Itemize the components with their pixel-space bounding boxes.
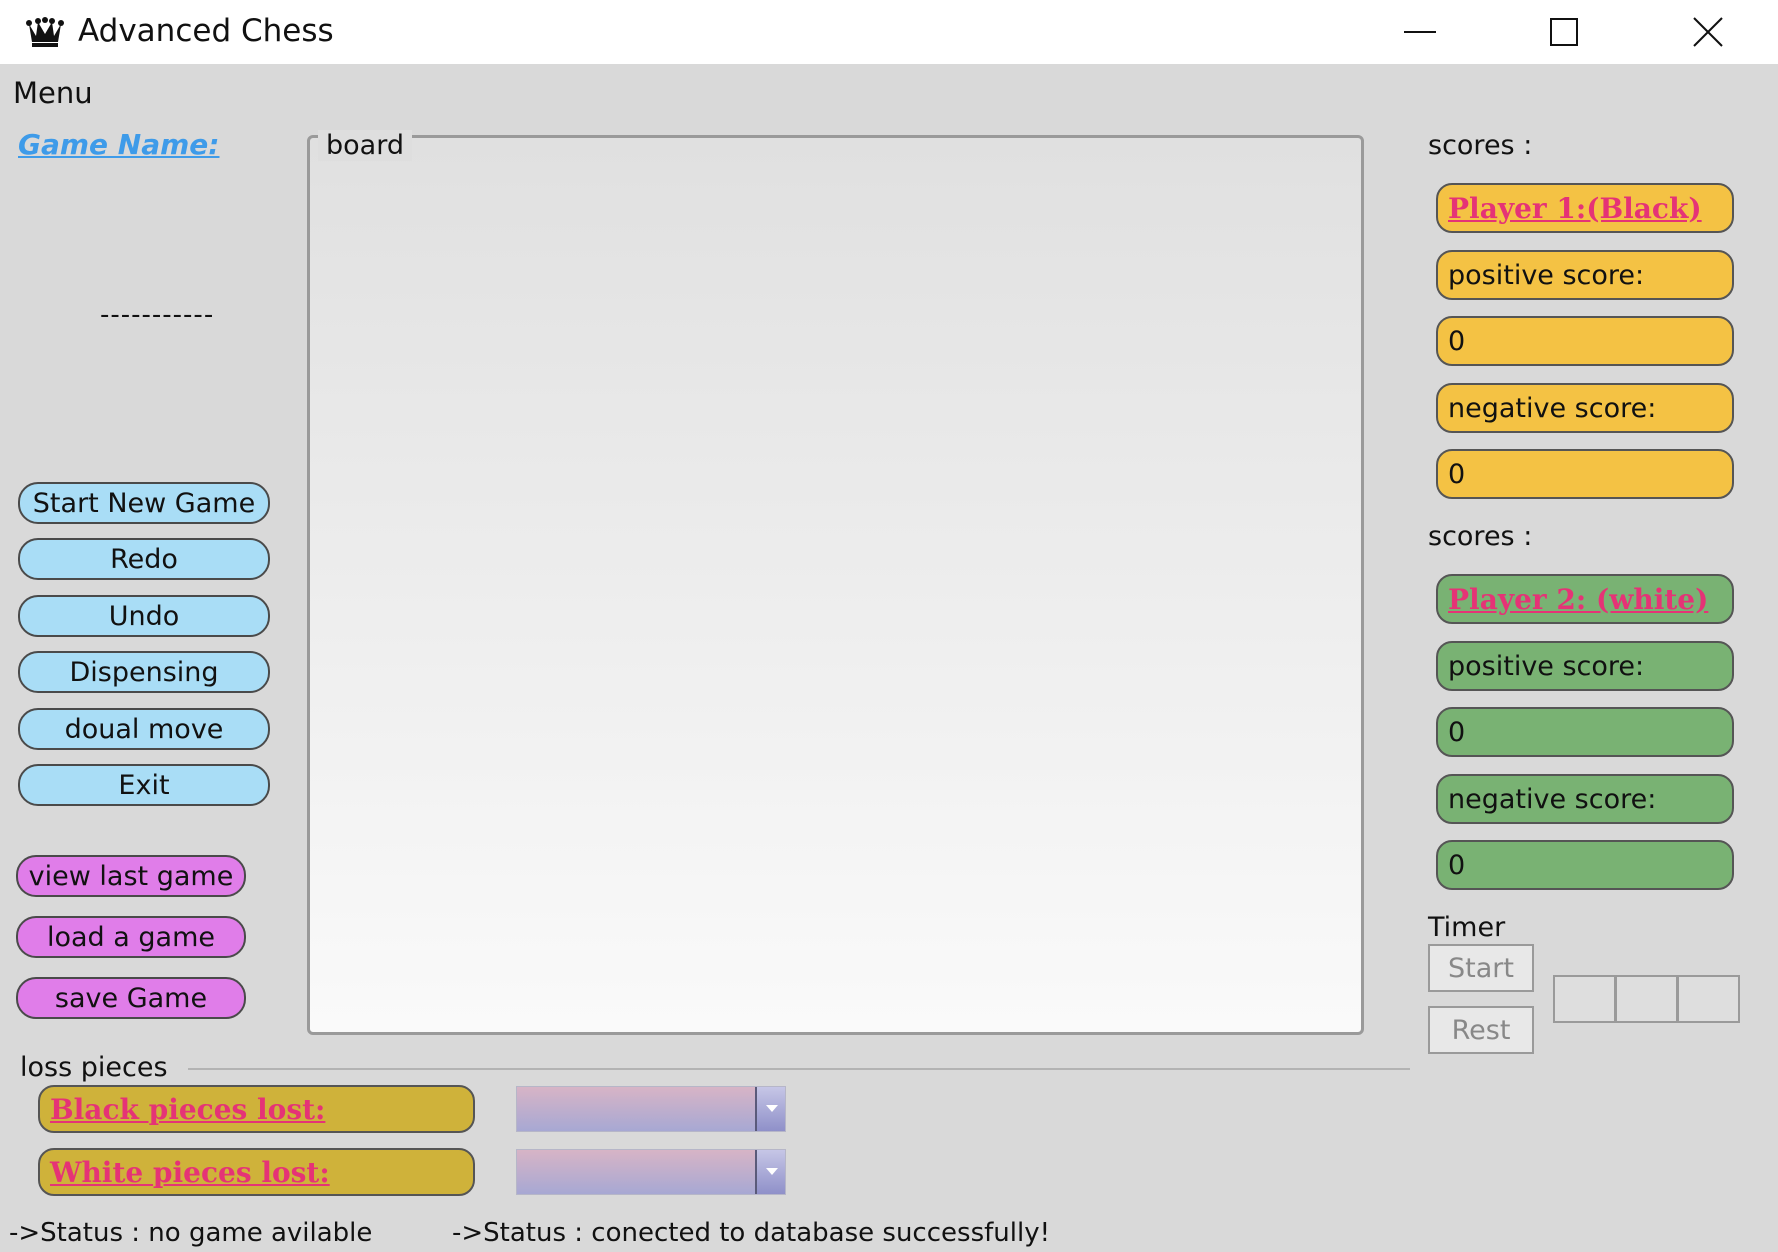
save-game-button[interactable]: save Game <box>16 977 246 1019</box>
player1-negative-label: negative score: <box>1436 383 1734 433</box>
timer-minutes-cell <box>1615 975 1678 1023</box>
maximize-button[interactable] <box>1494 0 1634 64</box>
player2-positive-label: positive score: <box>1436 641 1734 691</box>
black-pieces-lost-label[interactable]: Black pieces lost: <box>38 1085 475 1133</box>
player2-negative-value: 0 <box>1436 840 1734 890</box>
menu-item-menu[interactable]: Menu <box>13 76 93 110</box>
close-icon <box>1693 17 1723 47</box>
close-button[interactable] <box>1638 0 1778 64</box>
maximize-icon <box>1550 18 1578 46</box>
start-new-game-button[interactable]: Start New Game <box>18 482 270 524</box>
player2-name[interactable]: Player 2: (white) <box>1436 574 1734 624</box>
chevron-down-icon[interactable] <box>755 1087 785 1131</box>
game-name-value: ----------- <box>100 300 215 330</box>
load-game-button[interactable]: load a game <box>16 916 246 958</box>
view-last-game-button[interactable]: view last game <box>16 855 246 897</box>
menu-bar <box>0 64 1778 118</box>
white-pieces-lost-dropdown[interactable] <box>516 1149 786 1195</box>
player1-scores-label: scores : <box>1428 130 1533 161</box>
exit-button[interactable]: Exit <box>18 764 270 806</box>
player2-scores-label: scores : <box>1428 521 1533 552</box>
undo-button[interactable]: Undo <box>18 595 270 637</box>
timer-start-button[interactable]: Start <box>1428 944 1534 992</box>
chevron-down-icon[interactable] <box>755 1150 785 1194</box>
timer-label: Timer <box>1428 912 1506 943</box>
player1-positive-label: positive score: <box>1436 250 1734 300</box>
black-pieces-lost-dropdown[interactable] <box>516 1086 786 1132</box>
status-game: ->Status : no game avilable <box>9 1218 373 1248</box>
loss-pieces-divider <box>188 1068 1410 1070</box>
player2-positive-value: 0 <box>1436 707 1734 757</box>
timer-seconds-cell <box>1677 975 1740 1023</box>
loss-pieces-label: loss pieces <box>20 1052 168 1083</box>
window-title: Advanced Chess <box>78 13 334 49</box>
redo-button[interactable]: Redo <box>18 538 270 580</box>
minimize-icon <box>1404 31 1436 33</box>
player1-positive-value: 0 <box>1436 316 1734 366</box>
doual-move-button[interactable]: doual move <box>18 708 270 750</box>
dispensing-button[interactable]: Dispensing <box>18 651 270 693</box>
chess-queen-icon <box>26 16 64 48</box>
player2-negative-label: negative score: <box>1436 774 1734 824</box>
board-panel[interactable] <box>307 135 1364 1035</box>
game-name-label: Game Name: <box>18 128 220 161</box>
timer-hours-cell <box>1553 975 1616 1023</box>
player1-negative-value: 0 <box>1436 449 1734 499</box>
minimize-button[interactable] <box>1350 0 1490 64</box>
timer-reset-button[interactable]: Rest <box>1428 1006 1534 1054</box>
player1-name[interactable]: Player 1:(Black) <box>1436 183 1734 233</box>
status-database: ->Status : conected to database successf… <box>452 1218 1050 1248</box>
white-pieces-lost-label[interactable]: White pieces lost: <box>38 1148 475 1196</box>
board-title: board <box>318 130 412 161</box>
